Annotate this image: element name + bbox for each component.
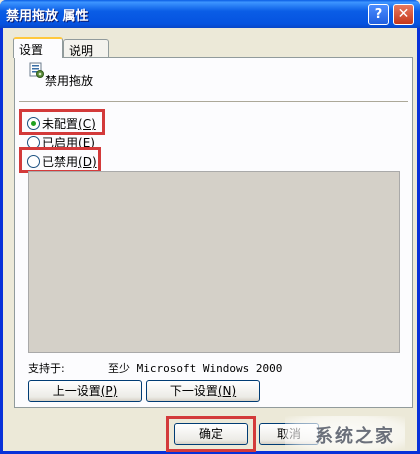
properties-dialog: 禁用拖放 属性 ? ✕ 设置 说明 禁用拖放 未配置(C) 已启用(E) 已禁用… xyxy=(0,0,420,454)
divider xyxy=(19,101,408,102)
ok-button[interactable]: 确定 xyxy=(174,423,248,445)
tab-explain[interactable]: 说明 xyxy=(63,39,109,58)
next-setting-label: 下一设置 xyxy=(169,384,218,398)
supported-label: 支持于: xyxy=(28,362,65,375)
prev-setting-label: 上一设置 xyxy=(52,384,101,398)
help-button[interactable]: ? xyxy=(368,4,389,25)
title-bar[interactable]: 禁用拖放 属性 ? ✕ xyxy=(0,0,420,28)
supported-value: 至少 Microsoft Windows 2000 xyxy=(108,362,283,375)
prev-setting-button[interactable]: 上一设置(P) xyxy=(28,380,142,402)
watermark-logo: 系统之家 xyxy=(285,416,405,450)
next-setting-button[interactable]: 下一设置(N) xyxy=(146,380,260,402)
policy-name: 禁用拖放 xyxy=(45,74,94,88)
description-area xyxy=(28,171,400,353)
policy-icon xyxy=(29,62,44,78)
highlight-not-configured xyxy=(19,109,105,135)
next-setting-key: (N) xyxy=(217,384,237,398)
supported-on: 支持于: 至少 Microsoft Windows 2000 xyxy=(28,360,282,376)
tab-settings[interactable]: 设置 xyxy=(13,37,63,58)
prev-setting-key: (P) xyxy=(100,384,118,398)
settings-panel: 禁用拖放 未配置(C) 已启用(E) 已禁用(D) 支持于: 至少 Micros… xyxy=(14,57,413,408)
close-button[interactable]: ✕ xyxy=(393,4,414,25)
highlight-disabled xyxy=(19,147,101,173)
window-title: 禁用拖放 属性 xyxy=(6,9,89,24)
watermark-text: 系统之家 xyxy=(315,426,395,447)
